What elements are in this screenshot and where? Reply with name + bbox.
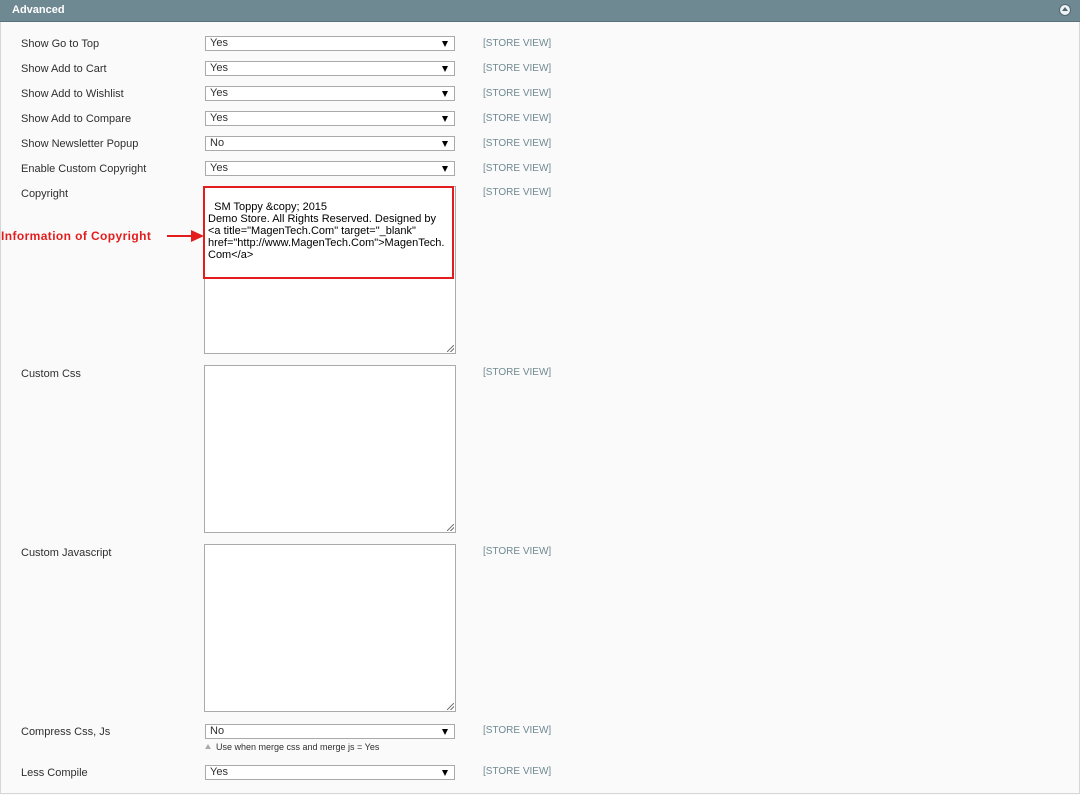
less-compile-value: Yes [210,766,228,778]
show-newsletter-popup-value: No [210,137,225,149]
custom-css-scope: [STORE VIEW] [483,367,552,378]
section-title: Advanced [12,4,65,16]
collapse-up-icon[interactable] [1059,4,1071,16]
resize-grip-icon[interactable] [447,345,454,352]
show-add-to-cart-value: Yes [210,62,228,74]
annotation-label: Information of Copyright [1,229,152,243]
dropdown-arrow-icon [442,770,448,776]
resize-grip-icon[interactable] [447,703,454,710]
custom-javascript-scope: [STORE VIEW] [483,546,552,557]
compress-css-js-hint: Use when merge css and merge js = Yes [205,742,379,752]
hint-arrow-icon [205,744,211,749]
enable-custom-copyright-label: Enable Custom Copyright [21,163,147,175]
show-go-to-top-scope: [STORE VIEW] [483,38,552,49]
dropdown-arrow-icon [442,166,448,172]
show-add-to-wishlist-select[interactable]: Yes [205,86,455,101]
custom-css-label: Custom Css [21,368,81,380]
enable-custom-copyright-scope: [STORE VIEW] [483,163,552,174]
show-add-to-compare-scope: [STORE VIEW] [483,113,552,124]
dropdown-arrow-icon [442,729,448,735]
show-add-to-compare-select[interactable]: Yes [205,111,455,126]
show-newsletter-popup-scope: [STORE VIEW] [483,138,552,149]
section-header[interactable]: Advanced [0,0,1080,22]
less-compile-scope: [STORE VIEW] [483,766,552,777]
show-go-to-top-select[interactable]: Yes [205,36,455,51]
copyright-label: Copyright [21,188,69,200]
custom-javascript-label: Custom Javascript [21,547,112,559]
annotation-arrow-icon [167,230,204,242]
compress-css-js-label: Compress Css, Js [21,726,111,738]
copyright-scope: [STORE VIEW] [483,187,552,198]
show-add-to-cart-scope: [STORE VIEW] [483,63,552,74]
dropdown-arrow-icon [442,41,448,47]
show-newsletter-popup-select[interactable]: No [205,136,455,151]
dropdown-arrow-icon [442,116,448,122]
compress-css-js-value: No [210,725,225,737]
enable-custom-copyright-select[interactable]: Yes [205,161,455,176]
custom-javascript-textarea[interactable] [204,544,456,712]
copyright-text: SM Toppy &copy; 2015 Demo Store. All Rig… [208,201,445,261]
copyright-textarea[interactable]: SM Toppy &copy; 2015 Demo Store. All Rig… [204,186,456,354]
show-add-to-wishlist-value: Yes [210,87,228,99]
show-add-to-cart-select[interactable]: Yes [205,61,455,76]
compress-css-js-scope: [STORE VIEW] [483,725,552,736]
enable-custom-copyright-value: Yes [210,162,228,174]
show-add-to-wishlist-label: Show Add to Wishlist [21,88,124,100]
show-go-to-top-value: Yes [210,37,228,49]
show-add-to-cart-label: Show Add to Cart [21,63,107,75]
show-add-to-wishlist-scope: [STORE VIEW] [483,88,552,99]
less-compile-select[interactable]: Yes [205,765,455,780]
dropdown-arrow-icon [442,141,448,147]
show-add-to-compare-value: Yes [210,112,228,124]
resize-grip-icon[interactable] [447,524,454,531]
show-go-to-top-label: Show Go to Top [21,38,100,50]
compress-css-js-select[interactable]: No [205,724,455,739]
dropdown-arrow-icon [442,66,448,72]
compress-css-js-hint-text: Use when merge css and merge js = Yes [216,742,380,752]
dropdown-arrow-icon [442,91,448,97]
custom-css-textarea[interactable] [204,365,456,533]
show-newsletter-popup-label: Show Newsletter Popup [21,138,139,150]
less-compile-label: Less Compile [21,767,88,779]
show-add-to-compare-label: Show Add to Compare [21,113,132,125]
